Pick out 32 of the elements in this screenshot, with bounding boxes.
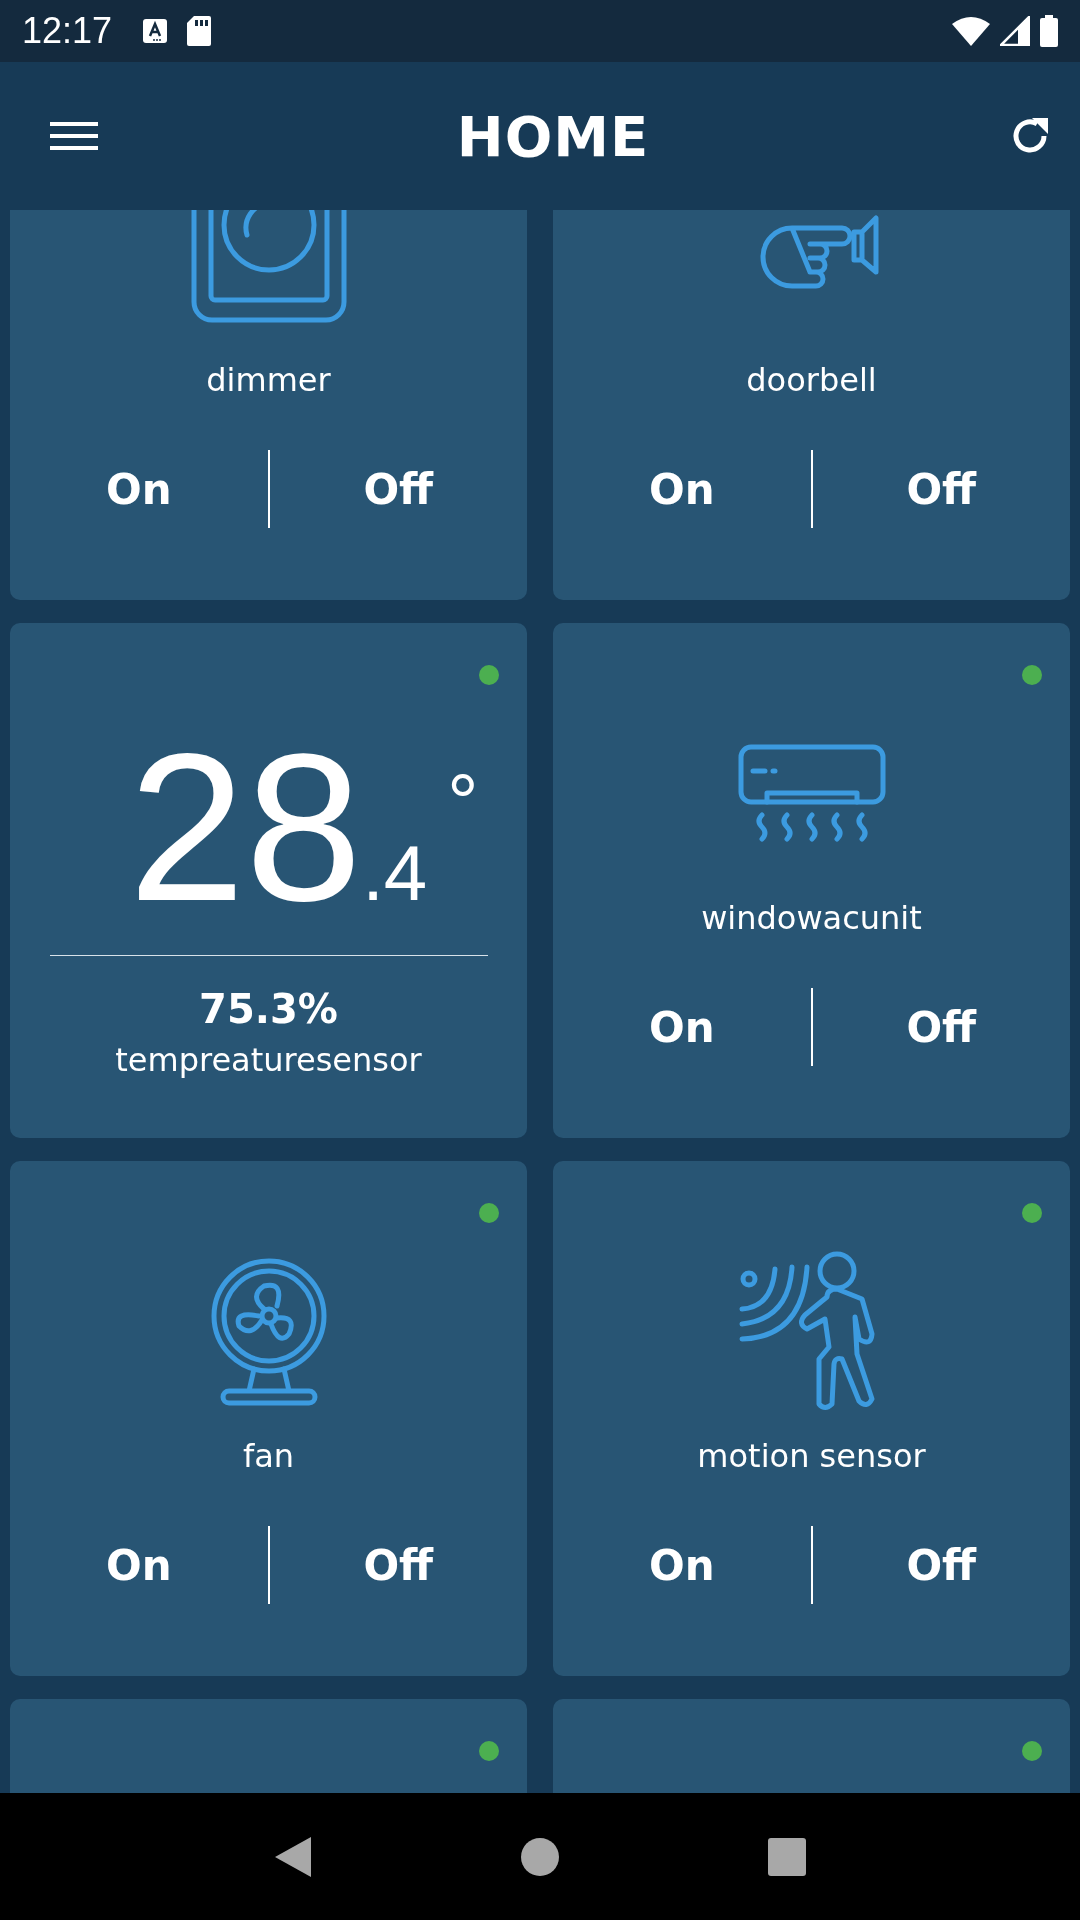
off-button[interactable]: Off <box>812 459 1070 519</box>
device-name: motion sensor <box>697 1436 926 1477</box>
battery-icon <box>1040 15 1058 47</box>
air-conditioner-icon <box>736 743 887 843</box>
on-button[interactable]: On <box>553 997 811 1057</box>
clock: 12:17 <box>22 10 113 52</box>
device-name: doorbell <box>746 360 877 401</box>
temperature-value: 28 <box>128 723 363 933</box>
humidity-value: 75.3% <box>199 985 338 1034</box>
off-button[interactable]: Off <box>269 459 527 519</box>
home-icon[interactable] <box>520 1836 560 1877</box>
device-name: windowacunit <box>701 898 922 939</box>
device-name: dimmer <box>206 360 331 401</box>
off-button[interactable]: Off <box>269 1535 527 1595</box>
keyboard-notification-icon <box>142 18 169 44</box>
temperature-decimal: .4 <box>362 834 428 912</box>
on-button[interactable]: On <box>553 459 811 519</box>
signal-icon <box>1000 16 1030 46</box>
off-button[interactable]: Off <box>812 1535 1070 1595</box>
device-name: tempreaturesensor <box>115 1040 422 1081</box>
menu-icon[interactable] <box>50 120 98 152</box>
sd-card-icon <box>186 15 213 47</box>
back-icon[interactable] <box>273 1834 314 1879</box>
screen-title: HOME <box>456 103 650 169</box>
wifi-icon <box>952 16 990 46</box>
on-button[interactable]: On <box>553 1535 811 1595</box>
off-button[interactable]: Off <box>812 997 1070 1057</box>
on-button[interactable]: On <box>10 459 268 519</box>
on-button[interactable]: On <box>10 1535 268 1595</box>
recents-icon[interactable] <box>766 1836 807 1877</box>
device-name: fan <box>242 1436 295 1477</box>
degree-sign: ° <box>447 763 479 841</box>
